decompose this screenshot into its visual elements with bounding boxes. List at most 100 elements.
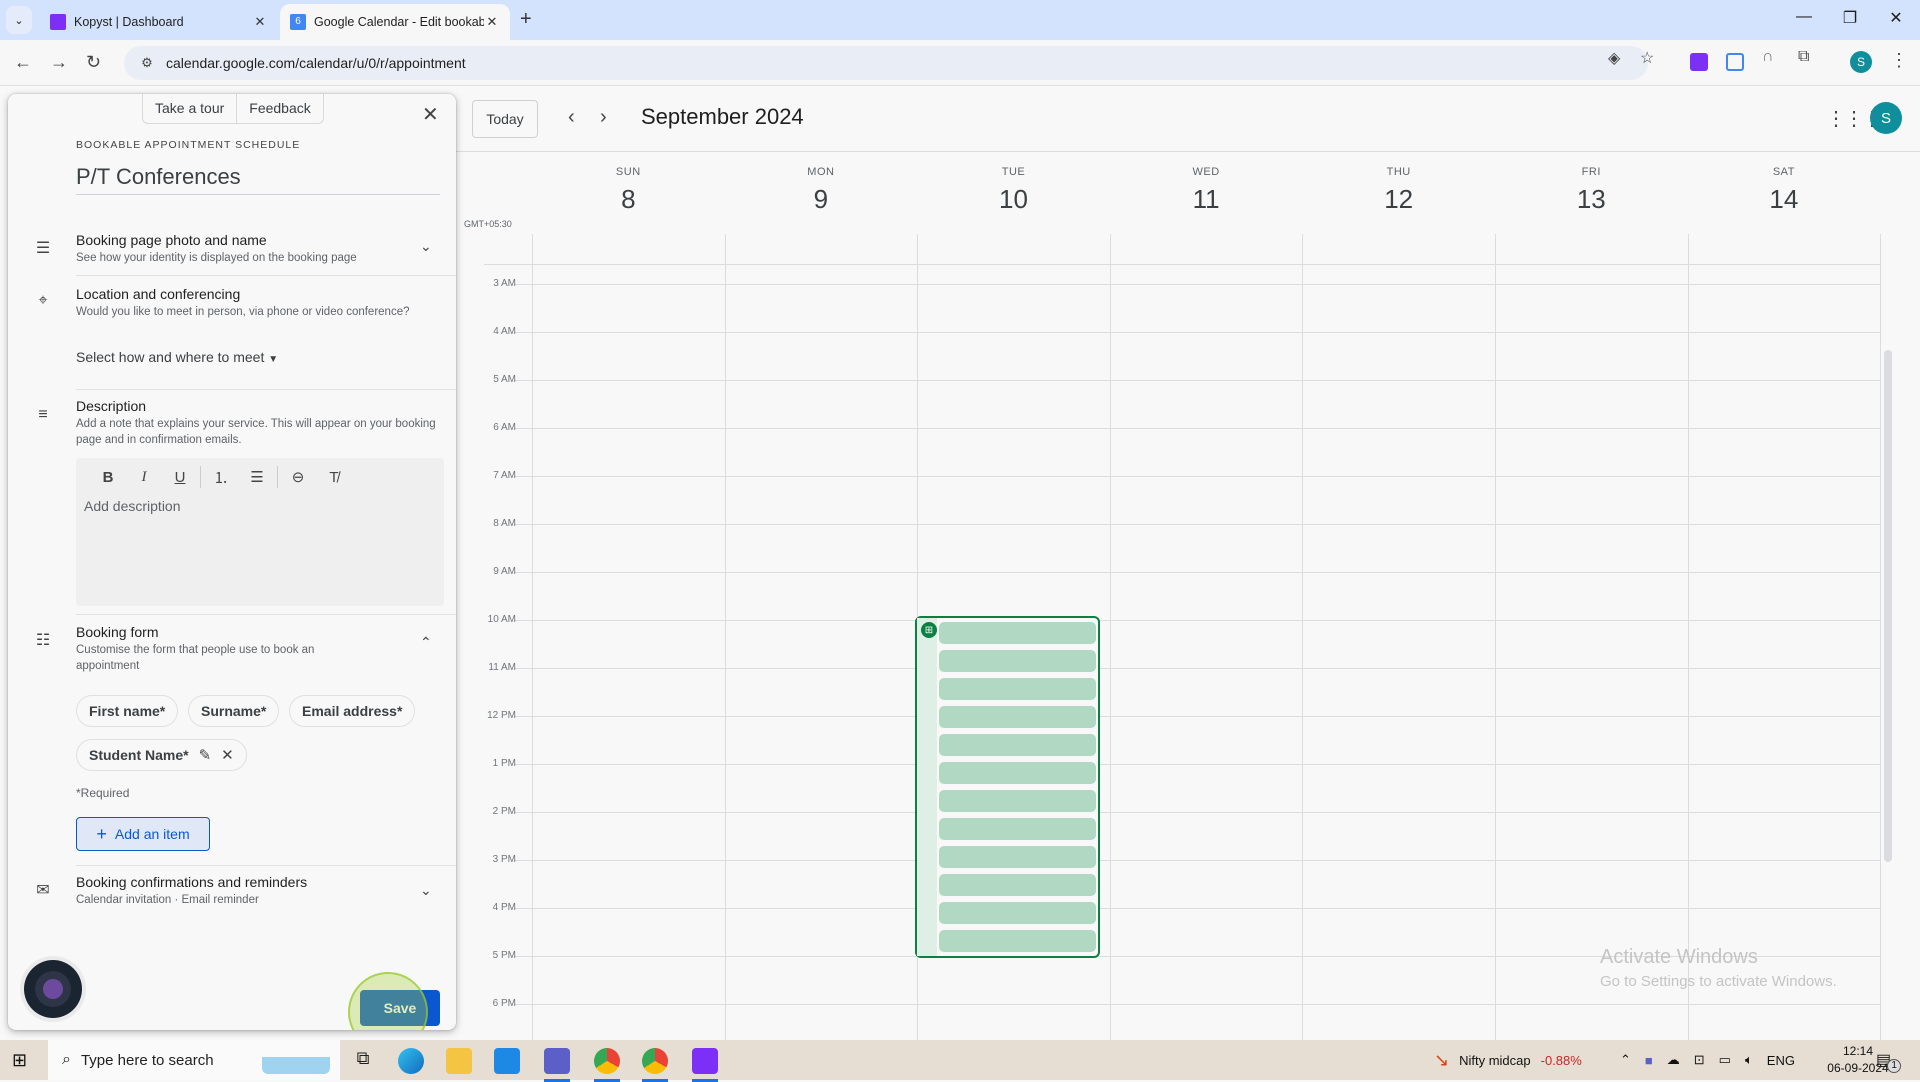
field-chip-first-name[interactable]: First name*: [76, 695, 179, 727]
availability-slot[interactable]: [939, 650, 1096, 672]
day-header-mon[interactable]: MON 9: [725, 166, 918, 215]
taskbar-search[interactable]: ⌕ Type here to search: [48, 1040, 340, 1080]
language-indicator[interactable]: ENG: [1767, 1053, 1795, 1068]
day-header-thu[interactable]: THU 12: [1302, 166, 1495, 215]
close-tab-icon[interactable]: ✕: [252, 14, 268, 30]
feedback-button[interactable]: Feedback: [236, 94, 322, 123]
screen-recorder-button[interactable]: [24, 960, 82, 1018]
field-chip-surname[interactable]: Surname*: [188, 695, 280, 727]
availability-slot[interactable]: [939, 790, 1096, 812]
availability-slot[interactable]: [939, 734, 1096, 756]
availability-slot[interactable]: [939, 622, 1096, 644]
chevron-down-icon[interactable]: ⌄: [420, 882, 432, 899]
availability-slot[interactable]: [939, 818, 1096, 840]
field-chip-student-name[interactable]: Student Name* ✎ ✕: [76, 739, 247, 771]
bookmark-star-icon[interactable]: ☆: [1640, 48, 1654, 68]
day-date[interactable]: 9: [725, 184, 918, 215]
chevron-up-icon[interactable]: ⌃: [420, 634, 432, 651]
week-grid[interactable]: 3 AM 4 AM 5 AM 6 AM 7 AM 8 AM 9 AM 10 AM 11 AM 12…: [484, 234, 1882, 1040]
take-a-tour-button[interactable]: Take a tour: [143, 94, 236, 123]
day-header-wed[interactable]: WED 11: [1110, 166, 1303, 215]
day-date[interactable]: 11: [1110, 184, 1303, 215]
remove-field-icon[interactable]: ✕: [221, 746, 234, 764]
account-avatar[interactable]: S: [1870, 102, 1902, 134]
underline-icon[interactable]: U: [162, 469, 198, 486]
location-dropdown[interactable]: Select how and where to meet ▼: [76, 349, 278, 365]
day-header-sun[interactable]: SUN 8: [532, 166, 725, 215]
new-tab-button[interactable]: +: [520, 8, 532, 31]
day-header-sat[interactable]: SAT 14: [1688, 166, 1881, 215]
windows-start-icon[interactable]: ⊞: [12, 1050, 27, 1071]
availability-block[interactable]: ⊞: [915, 616, 1100, 958]
availability-slot[interactable]: [939, 874, 1096, 896]
url-text[interactable]: calendar.google.com/calendar/u/0/r/appoi…: [166, 55, 466, 71]
task-view-icon[interactable]: ⧉: [350, 1048, 376, 1074]
notification-center[interactable]: ▤ 1: [1876, 1040, 1902, 1080]
availability-slot[interactable]: [939, 706, 1096, 728]
reload-icon[interactable]: ↻: [86, 52, 101, 73]
day-date[interactable]: 8: [532, 184, 725, 215]
previous-week-icon[interactable]: ‹: [568, 106, 575, 129]
description-editor[interactable]: B I U ⒈ ☰ ⊖ T̸ Add description: [76, 458, 444, 606]
close-tab-icon[interactable]: ✕: [484, 14, 500, 30]
teams-tray-icon[interactable]: ■: [1645, 1053, 1653, 1068]
italic-icon[interactable]: I: [126, 469, 162, 486]
edge-icon[interactable]: [398, 1048, 424, 1074]
availability-slot[interactable]: [939, 902, 1096, 924]
chevron-down-icon[interactable]: ⌄: [420, 238, 432, 255]
onedrive-icon[interactable]: ☁: [1667, 1052, 1680, 1068]
numbered-list-icon[interactable]: ⒈: [203, 467, 239, 488]
more-menu-icon[interactable]: ⋮: [1890, 50, 1908, 71]
availability-slot[interactable]: [939, 930, 1096, 952]
bold-icon[interactable]: B: [90, 469, 126, 486]
minimize-icon[interactable]: —: [1784, 8, 1824, 26]
site-settings-icon[interactable]: ⚙: [132, 55, 162, 71]
kopyst-app-icon[interactable]: [692, 1048, 718, 1082]
today-button[interactable]: Today: [472, 100, 538, 138]
add-item-button[interactable]: + Add an item: [76, 817, 210, 851]
link-icon[interactable]: ⊖: [280, 468, 316, 486]
mail-app-icon[interactable]: [494, 1048, 520, 1074]
close-window-icon[interactable]: ✕: [1876, 8, 1916, 28]
day-date[interactable]: 10: [917, 184, 1110, 215]
day-date[interactable]: 13: [1495, 184, 1688, 215]
day-date[interactable]: 12: [1302, 184, 1495, 215]
next-week-icon[interactable]: ›: [600, 106, 607, 129]
tab-kopyst-dashboard[interactable]: Kopyst | Dashboard ✕: [40, 4, 278, 40]
kopyst-extension-icon[interactable]: [1690, 53, 1708, 71]
file-explorer-icon[interactable]: [446, 1048, 472, 1074]
bulleted-list-icon[interactable]: ☰: [239, 468, 275, 486]
network-icon[interactable]: ▭: [1719, 1052, 1731, 1068]
description-placeholder[interactable]: Add description: [84, 498, 181, 514]
day-date[interactable]: 14: [1688, 184, 1881, 215]
extensions-puzzle-icon[interactable]: ⧉: [1798, 48, 1809, 66]
calendar-scrollbar[interactable]: [1884, 350, 1892, 862]
back-icon[interactable]: ←: [14, 52, 32, 73]
extension-icon[interactable]: [1726, 53, 1744, 71]
close-panel-icon[interactable]: ✕: [422, 102, 439, 127]
availability-slot[interactable]: [939, 846, 1096, 868]
field-chip-email[interactable]: Email address*: [289, 695, 416, 727]
restore-icon[interactable]: ❐: [1830, 8, 1870, 28]
show-hidden-icons-chevron[interactable]: ⌃: [1620, 1052, 1631, 1068]
availability-slot[interactable]: [939, 678, 1096, 700]
address-bar[interactable]: ⚙ calendar.google.com/calendar/u/0/r/app…: [124, 46, 1648, 80]
day-header-fri[interactable]: FRI 13: [1495, 166, 1688, 215]
edit-pencil-icon[interactable]: ✎: [199, 746, 212, 764]
clear-formatting-icon[interactable]: T̸: [316, 469, 352, 486]
schedule-title-input[interactable]: P/T Conferences: [76, 164, 440, 195]
availability-slot[interactable]: [939, 762, 1096, 784]
day-header-tue[interactable]: TUE 10: [917, 166, 1110, 215]
tab-search-button[interactable]: ⌄: [6, 6, 32, 34]
lens-icon[interactable]: ◈: [1608, 48, 1620, 68]
chrome-profile-a-icon[interactable]: [594, 1048, 620, 1082]
chrome-profile-s-icon[interactable]: [642, 1048, 668, 1082]
camera-icon[interactable]: ⊡: [1694, 1052, 1705, 1068]
tab-google-calendar[interactable]: 6 Google Calendar - Edit bookabl ✕: [280, 4, 510, 40]
teams-icon[interactable]: [544, 1048, 570, 1082]
volume-icon[interactable]: 🔈︎: [1745, 1052, 1753, 1068]
profile-avatar[interactable]: S: [1850, 51, 1872, 73]
arc-extension-icon[interactable]: ∩: [1762, 48, 1774, 66]
stock-ticker[interactable]: ↘ Nifty midcap -0.88%: [1434, 1040, 1582, 1080]
forward-icon[interactable]: →: [50, 52, 68, 73]
